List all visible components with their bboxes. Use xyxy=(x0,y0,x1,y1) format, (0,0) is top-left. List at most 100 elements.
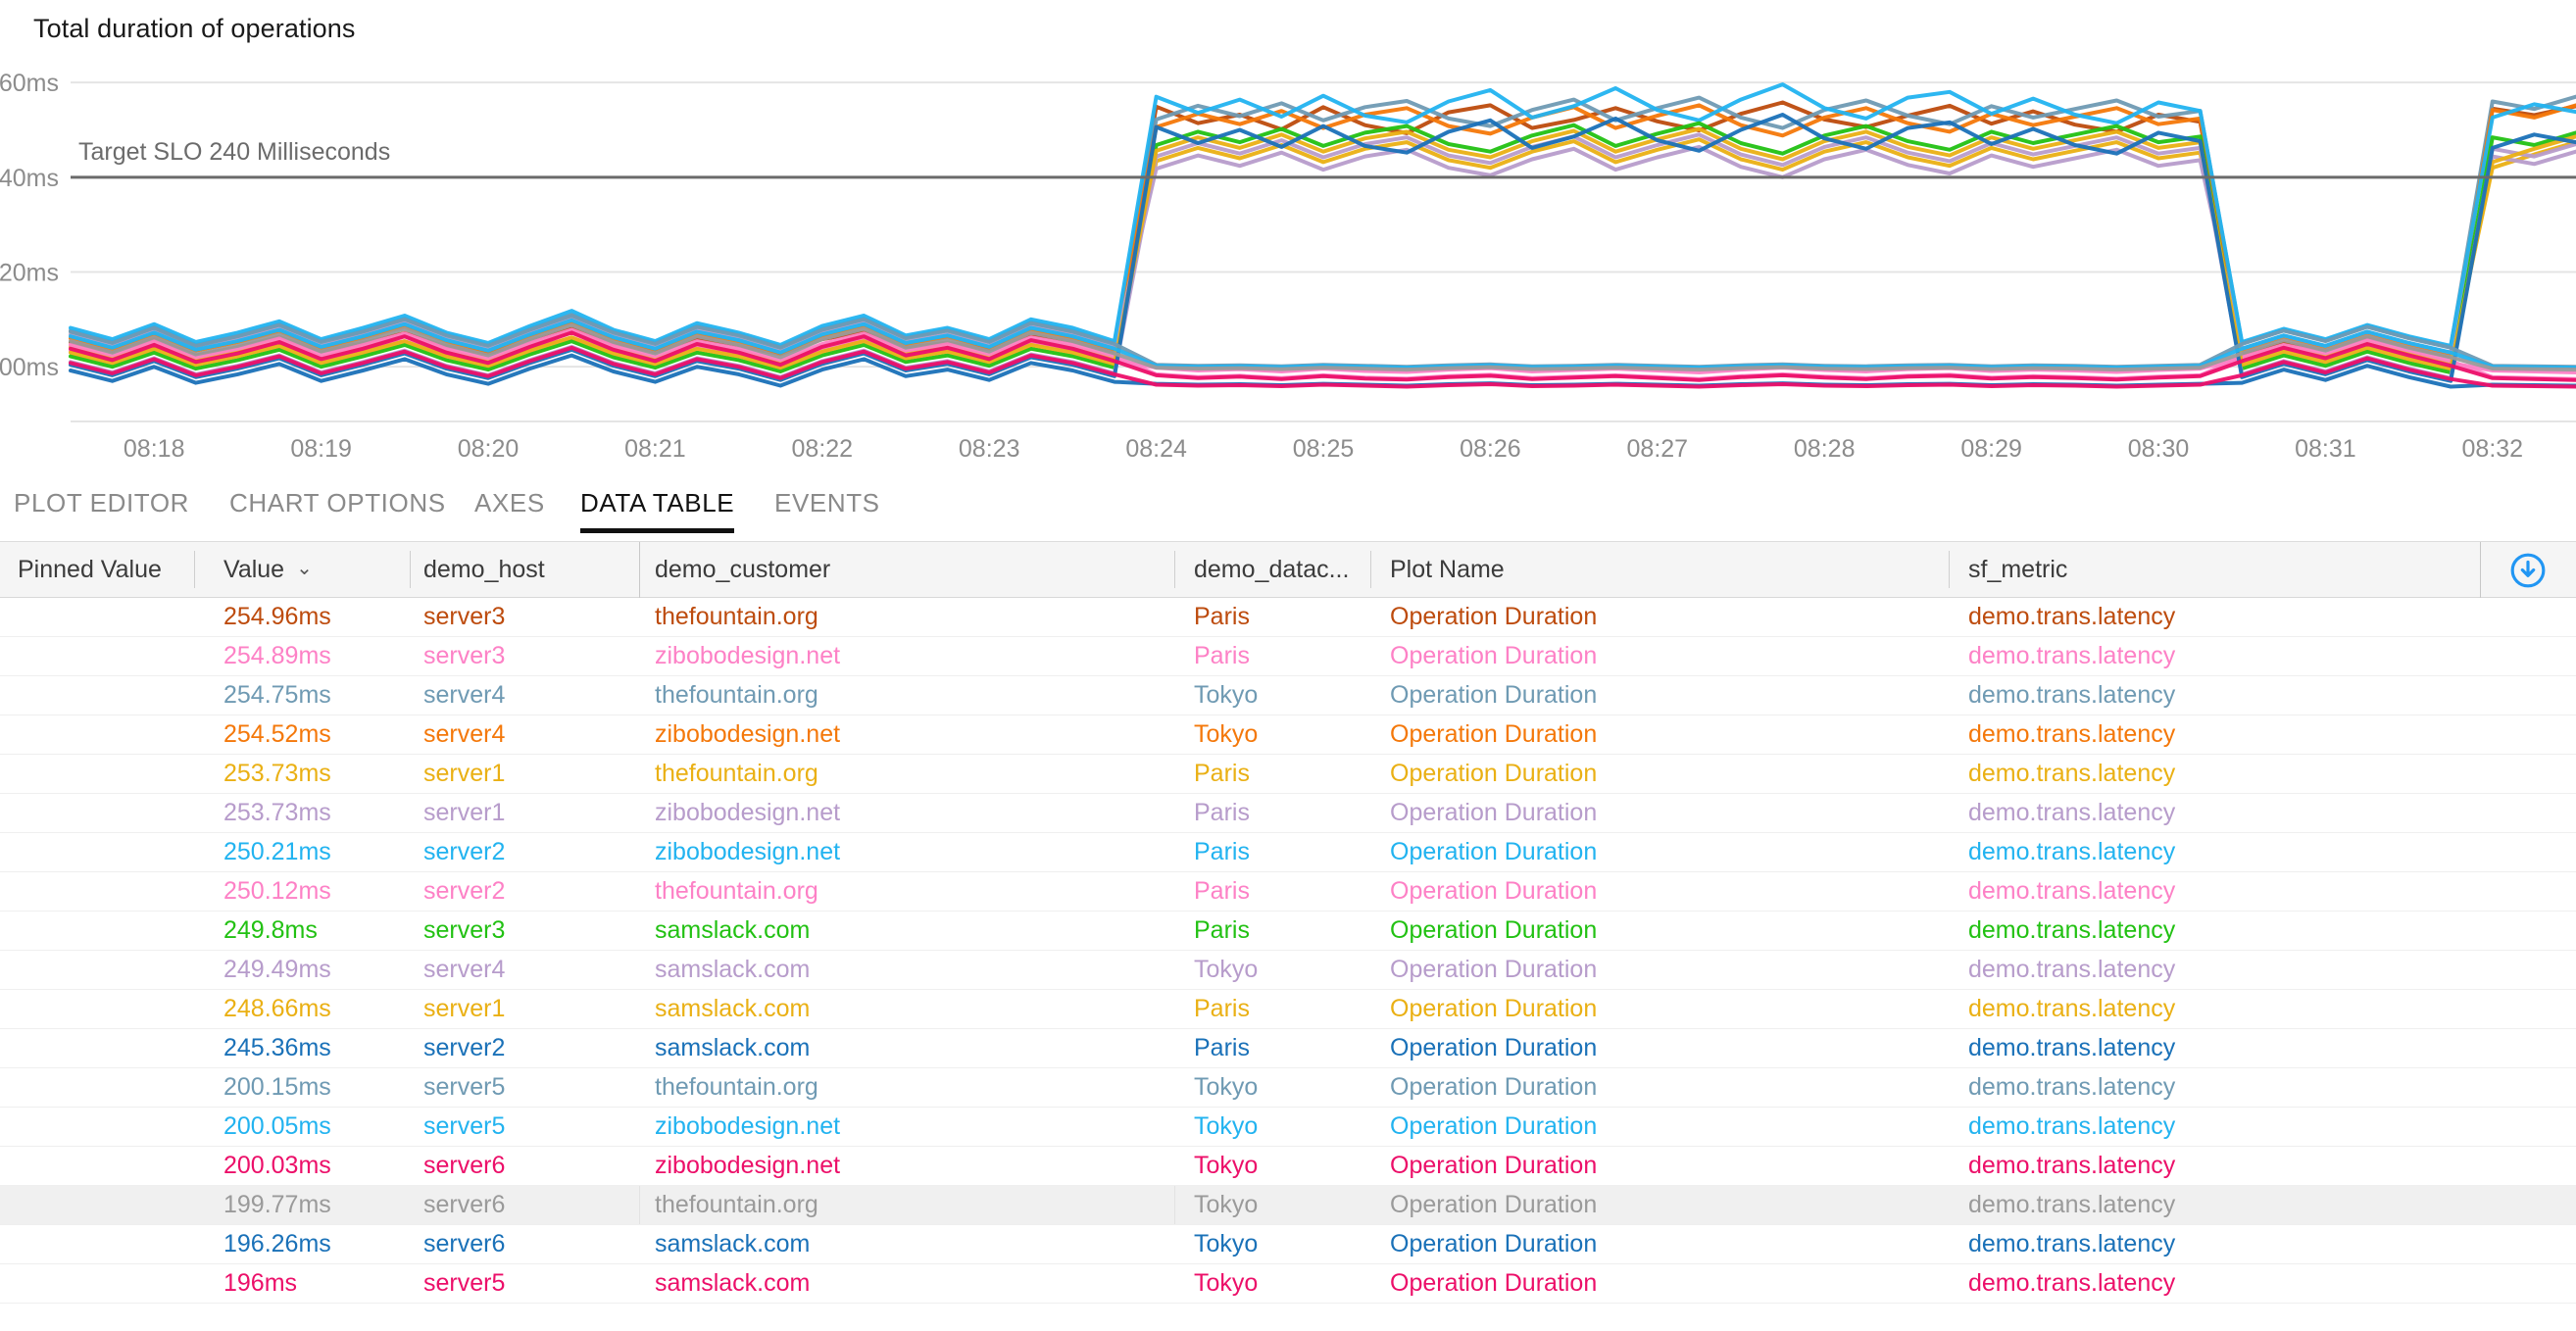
column-header-demo_datacenter[interactable]: demo_datac... xyxy=(1194,542,1380,597)
download-data-button[interactable] xyxy=(2480,542,2576,598)
tab-axes[interactable]: AXES xyxy=(474,480,545,541)
table-cell-sf_metric: demo.trans.latency xyxy=(1968,838,2176,865)
cell-divider xyxy=(1174,1186,1175,1224)
table-cell-plot_name: Operation Duration xyxy=(1390,603,1598,630)
table-cell-sf_metric: demo.trans.latency xyxy=(1968,1112,2176,1140)
tab-events[interactable]: EVENTS xyxy=(774,480,880,541)
tab-label: DATA TABLE xyxy=(580,488,735,518)
table-row[interactable]: 200.15ms server5 thefountain.org Tokyo Opera… xyxy=(0,1068,2576,1108)
column-header-pinned[interactable]: Pinned Value xyxy=(18,542,194,597)
table-cell-sf_metric: demo.trans.latency xyxy=(1968,642,2176,669)
table-cell-demo_host: server2 xyxy=(423,838,506,865)
table-cell-demo_host: server3 xyxy=(423,603,506,630)
table-cell-pinned xyxy=(18,1264,194,1303)
x-axis-tick-label: 08:22 xyxy=(792,435,854,463)
table-cell-plot_name: Operation Duration xyxy=(1390,1191,1598,1218)
table-row[interactable]: 248.66ms server1 samslack.com Paris Operatio… xyxy=(0,990,2576,1029)
table-cell-value: 245.36ms xyxy=(223,1034,331,1061)
column-divider xyxy=(1174,551,1175,588)
table-row[interactable]: 200.03ms server6 zibobodesign.net Tokyo Oper… xyxy=(0,1147,2576,1186)
table-cell-demo_host: server2 xyxy=(423,877,506,905)
table-cell-demo_datacenter: Paris xyxy=(1194,877,1250,905)
table-row[interactable]: 199.77ms server6 thefountain.org Tokyo Opera… xyxy=(0,1186,2576,1225)
line-chart: 200ms 220ms 240ms 260ms Target SLO 240 Milli… xyxy=(0,70,2576,463)
table-cell-pinned xyxy=(18,1068,194,1107)
table-cell-value: 200.05ms xyxy=(223,1112,331,1140)
table-cell-pinned xyxy=(18,598,194,636)
table-body: 254.96ms server3 thefountain.org Paris Opera… xyxy=(0,598,2576,1304)
table-cell-value: 248.66ms xyxy=(223,995,331,1022)
table-row[interactable]: 254.89ms server3 zibobodesign.net Paris Oper… xyxy=(0,637,2576,676)
column-header-value[interactable]: Value ⌄ xyxy=(223,542,390,597)
table-row[interactable]: 253.73ms server1 thefountain.org Paris Opera… xyxy=(0,755,2576,794)
table-cell-sf_metric: demo.trans.latency xyxy=(1968,956,2176,983)
table-row[interactable]: 250.21ms server2 zibobodesign.net Paris Oper… xyxy=(0,833,2576,872)
table-cell-demo_host: server2 xyxy=(423,1034,506,1061)
table-row[interactable]: 196.26ms server6 samslack.com Tokyo Operatio… xyxy=(0,1225,2576,1264)
chevron-down-icon[interactable]: ⌄ xyxy=(296,556,313,580)
column-header-label: Pinned Value xyxy=(18,555,162,583)
table-cell-demo_datacenter: Tokyo xyxy=(1194,956,1259,983)
table-cell-demo_host: server1 xyxy=(423,995,506,1022)
table-cell-demo_datacenter: Tokyo xyxy=(1194,1112,1259,1140)
column-header-sf_metric[interactable]: sf_metric xyxy=(1968,542,2468,597)
column-header-label: demo_datac... xyxy=(1194,555,1350,583)
table-cell-value: 253.73ms xyxy=(223,799,331,826)
table-row[interactable]: 200.05ms server5 zibobodesign.net Tokyo Oper… xyxy=(0,1108,2576,1147)
table-cell-value: 249.49ms xyxy=(223,956,331,983)
table-cell-sf_metric: demo.trans.latency xyxy=(1968,1034,2176,1061)
table-cell-plot_name: Operation Duration xyxy=(1390,720,1598,748)
table-cell-demo_host: server6 xyxy=(423,1152,506,1179)
table-cell-plot_name: Operation Duration xyxy=(1390,799,1598,826)
column-header-label: Value xyxy=(223,555,285,583)
column-header-plot_name[interactable]: Plot Name xyxy=(1390,542,1939,597)
column-header-demo_host[interactable]: demo_host xyxy=(423,542,649,597)
table-row[interactable]: 245.36ms server2 samslack.com Paris Operatio… xyxy=(0,1029,2576,1068)
table-row[interactable]: 249.8ms server3 samslack.com Paris Operation… xyxy=(0,912,2576,951)
x-axis-tick-label: 08:21 xyxy=(624,435,686,463)
table-cell-pinned xyxy=(18,1108,194,1146)
column-header-label: demo_host xyxy=(423,555,545,583)
tab-chart-options[interactable]: CHART OPTIONS xyxy=(229,480,446,541)
table-cell-plot_name: Operation Duration xyxy=(1390,681,1598,709)
table-cell-plot_name: Operation Duration xyxy=(1390,956,1598,983)
table-cell-demo_datacenter: Paris xyxy=(1194,916,1250,944)
table-row[interactable]: 254.96ms server3 thefountain.org Paris Opera… xyxy=(0,598,2576,637)
table-cell-demo_datacenter: Paris xyxy=(1194,799,1250,826)
table-cell-value: 250.12ms xyxy=(223,877,331,905)
table-cell-pinned xyxy=(18,1029,194,1067)
table-cell-value: 254.75ms xyxy=(223,681,331,709)
table-cell-plot_name: Operation Duration xyxy=(1390,1152,1598,1179)
x-axis-tick-label: 08:28 xyxy=(1794,435,1856,463)
table-cell-plot_name: Operation Duration xyxy=(1390,1034,1598,1061)
tab-data-table[interactable]: DATA TABLE xyxy=(580,480,735,541)
x-axis-tick-label: 08:29 xyxy=(1960,435,2022,463)
table-cell-demo_host: server6 xyxy=(423,1191,506,1218)
table-row[interactable]: 249.49ms server4 samslack.com Tokyo Operatio… xyxy=(0,951,2576,990)
tab-plot-editor[interactable]: PLOT EDITOR xyxy=(14,480,189,541)
table-row[interactable]: 254.52ms server4 zibobodesign.net Tokyo Oper… xyxy=(0,715,2576,755)
table-cell-demo_customer: zibobodesign.net xyxy=(655,642,841,669)
table-cell-demo_customer: samslack.com xyxy=(655,1269,811,1297)
column-header-label: Plot Name xyxy=(1390,555,1505,583)
table-cell-demo_datacenter: Tokyo xyxy=(1194,1152,1259,1179)
table-cell-plot_name: Operation Duration xyxy=(1390,1230,1598,1257)
y-axis-tick-label: 260ms xyxy=(0,70,59,97)
table-row[interactable]: 250.12ms server2 thefountain.org Paris Opera… xyxy=(0,872,2576,912)
y-axis-tick-label: 240ms xyxy=(0,165,59,192)
table-cell-demo_host: server5 xyxy=(423,1073,506,1101)
table-cell-demo_host: server4 xyxy=(423,956,506,983)
x-axis-tick-label: 08:23 xyxy=(959,435,1020,463)
table-header-row: Pinned Value Value ⌄ demo_host demo_customer… xyxy=(0,541,2576,598)
table-row[interactable]: 254.75ms server4 thefountain.org Tokyo Opera… xyxy=(0,676,2576,715)
column-header-demo_customer[interactable]: demo_customer xyxy=(655,542,1164,597)
table-cell-sf_metric: demo.trans.latency xyxy=(1968,1152,2176,1179)
x-axis-tick-label: 08:31 xyxy=(2295,435,2356,463)
table-row[interactable]: 196ms server5 samslack.com Tokyo Operation D… xyxy=(0,1264,2576,1304)
x-axis-tick-label: 08:32 xyxy=(2462,435,2524,463)
table-cell-demo_datacenter: Paris xyxy=(1194,603,1250,630)
table-row[interactable]: 253.73ms server1 zibobodesign.net Paris Oper… xyxy=(0,794,2576,833)
table-cell-pinned xyxy=(18,1225,194,1263)
table-cell-sf_metric: demo.trans.latency xyxy=(1968,681,2176,709)
column-divider xyxy=(639,542,640,598)
